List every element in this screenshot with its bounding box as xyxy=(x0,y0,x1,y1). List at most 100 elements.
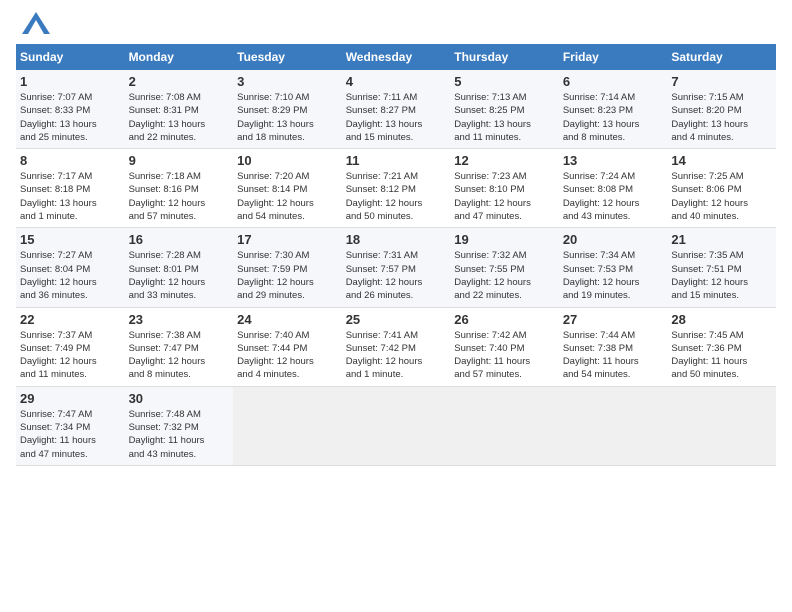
calendar-week-row: 22 Sunrise: 7:37 AM Sunset: 7:49 PM Dayli… xyxy=(16,307,776,386)
calendar-cell: 4 Sunrise: 7:11 AM Sunset: 8:27 PM Daylig… xyxy=(342,70,451,149)
day-info: Sunrise: 7:34 AM Sunset: 7:53 PM Dayligh… xyxy=(563,249,664,302)
day-number: 9 xyxy=(129,153,230,168)
day-number: 25 xyxy=(346,312,447,327)
calendar-cell: 14Sunrise: 7:25 AM Sunset: 8:06 PM Dayli… xyxy=(667,149,776,228)
day-number: 27 xyxy=(563,312,664,327)
calendar-cell: 17 Sunrise: 7:30 AM Sunset: 7:59 PM Dayli… xyxy=(233,228,342,307)
day-info: Sunrise: 7:17 AM Sunset: 8:18 PM Dayligh… xyxy=(20,170,121,223)
calendar-cell: 30 Sunrise: 7:48 AM Sunset: 7:32 PM Dayli… xyxy=(125,386,234,465)
calendar-cell: 10 Sunrise: 7:20 AM Sunset: 8:14 PM Dayli… xyxy=(233,149,342,228)
day-header-saturday: Saturday xyxy=(667,44,776,70)
day-header-monday: Monday xyxy=(125,44,234,70)
day-info: Sunrise: 7:37 AM Sunset: 7:49 PM Dayligh… xyxy=(20,329,121,382)
day-number: 13 xyxy=(563,153,664,168)
day-number: 18 xyxy=(346,232,447,247)
calendar-cell: 5Sunrise: 7:13 AM Sunset: 8:25 PM Daylig… xyxy=(450,70,559,149)
day-info: Sunrise: 7:47 AM Sunset: 7:34 PM Dayligh… xyxy=(20,408,121,461)
calendar-cell: 26Sunrise: 7:42 AM Sunset: 7:40 PM Dayli… xyxy=(450,307,559,386)
day-number: 24 xyxy=(237,312,338,327)
calendar-cell: 20 Sunrise: 7:34 AM Sunset: 7:53 PM Dayli… xyxy=(559,228,668,307)
calendar-cell: 2 Sunrise: 7:08 AM Sunset: 8:31 PM Daylig… xyxy=(125,70,234,149)
day-number: 19 xyxy=(454,232,555,247)
day-info: Sunrise: 7:28 AM Sunset: 8:01 PM Dayligh… xyxy=(129,249,230,302)
day-number: 15 xyxy=(20,232,121,247)
day-number: 23 xyxy=(129,312,230,327)
calendar-cell: 16 Sunrise: 7:28 AM Sunset: 8:01 PM Dayli… xyxy=(125,228,234,307)
day-header-tuesday: Tuesday xyxy=(233,44,342,70)
day-info: Sunrise: 7:48 AM Sunset: 7:32 PM Dayligh… xyxy=(129,408,230,461)
calendar-cell: 8Sunrise: 7:17 AM Sunset: 8:18 PM Daylig… xyxy=(16,149,125,228)
day-number: 28 xyxy=(671,312,772,327)
day-header-friday: Friday xyxy=(559,44,668,70)
calendar-cell: 15Sunrise: 7:27 AM Sunset: 8:04 PM Dayli… xyxy=(16,228,125,307)
day-info: Sunrise: 7:30 AM Sunset: 7:59 PM Dayligh… xyxy=(237,249,338,302)
day-number: 4 xyxy=(346,74,447,89)
calendar-cell: 12 Sunrise: 7:23 AM Sunset: 8:10 PM Dayli… xyxy=(450,149,559,228)
calendar-cell: 3 Sunrise: 7:10 AM Sunset: 8:29 PM Daylig… xyxy=(233,70,342,149)
calendar-cell: 25 Sunrise: 7:41 AM Sunset: 7:42 PM Dayli… xyxy=(342,307,451,386)
calendar-cell: 21Sunrise: 7:35 AM Sunset: 7:51 PM Dayli… xyxy=(667,228,776,307)
day-info: Sunrise: 7:07 AM Sunset: 8:33 PM Dayligh… xyxy=(20,91,121,144)
calendar-cell: 11 Sunrise: 7:21 AM Sunset: 8:12 PM Dayli… xyxy=(342,149,451,228)
calendar-table: SundayMondayTuesdayWednesdayThursdayFrid… xyxy=(16,44,776,466)
day-number: 22 xyxy=(20,312,121,327)
day-info: Sunrise: 7:18 AM Sunset: 8:16 PM Dayligh… xyxy=(129,170,230,223)
day-number: 3 xyxy=(237,74,338,89)
day-info: Sunrise: 7:10 AM Sunset: 8:29 PM Dayligh… xyxy=(237,91,338,144)
day-number: 17 xyxy=(237,232,338,247)
day-info: Sunrise: 7:25 AM Sunset: 8:06 PM Dayligh… xyxy=(671,170,772,223)
calendar-cell: 27 Sunrise: 7:44 AM Sunset: 7:38 PM Dayli… xyxy=(559,307,668,386)
day-info: Sunrise: 7:41 AM Sunset: 7:42 PM Dayligh… xyxy=(346,329,447,382)
day-info: Sunrise: 7:21 AM Sunset: 8:12 PM Dayligh… xyxy=(346,170,447,223)
calendar-header-row: SundayMondayTuesdayWednesdayThursdayFrid… xyxy=(16,44,776,70)
calendar-cell: 9 Sunrise: 7:18 AM Sunset: 8:16 PM Daylig… xyxy=(125,149,234,228)
day-info: Sunrise: 7:15 AM Sunset: 8:20 PM Dayligh… xyxy=(671,91,772,144)
day-header-thursday: Thursday xyxy=(450,44,559,70)
logo xyxy=(16,16,50,34)
day-number: 1 xyxy=(20,74,121,89)
day-number: 20 xyxy=(563,232,664,247)
calendar-cell: 23 Sunrise: 7:38 AM Sunset: 7:47 PM Dayli… xyxy=(125,307,234,386)
calendar-week-row: 8Sunrise: 7:17 AM Sunset: 8:18 PM Daylig… xyxy=(16,149,776,228)
day-number: 26 xyxy=(454,312,555,327)
calendar-cell: 29Sunrise: 7:47 AM Sunset: 7:34 PM Dayli… xyxy=(16,386,125,465)
empty-cell xyxy=(450,386,559,465)
day-number: 6 xyxy=(563,74,664,89)
logo-icon xyxy=(22,12,50,34)
day-info: Sunrise: 7:14 AM Sunset: 8:23 PM Dayligh… xyxy=(563,91,664,144)
calendar-cell: 22 Sunrise: 7:37 AM Sunset: 7:49 PM Dayli… xyxy=(16,307,125,386)
day-info: Sunrise: 7:11 AM Sunset: 8:27 PM Dayligh… xyxy=(346,91,447,144)
calendar-week-row: 1 Sunrise: 7:07 AM Sunset: 8:33 PM Daylig… xyxy=(16,70,776,149)
day-number: 2 xyxy=(129,74,230,89)
day-number: 11 xyxy=(346,153,447,168)
day-number: 16 xyxy=(129,232,230,247)
calendar-cell: 24Sunrise: 7:40 AM Sunset: 7:44 PM Dayli… xyxy=(233,307,342,386)
day-number: 12 xyxy=(454,153,555,168)
calendar-cell: 7 Sunrise: 7:15 AM Sunset: 8:20 PM Daylig… xyxy=(667,70,776,149)
day-info: Sunrise: 7:23 AM Sunset: 8:10 PM Dayligh… xyxy=(454,170,555,223)
calendar-cell: 6 Sunrise: 7:14 AM Sunset: 8:23 PM Daylig… xyxy=(559,70,668,149)
calendar-cell: 19 Sunrise: 7:32 AM Sunset: 7:55 PM Dayli… xyxy=(450,228,559,307)
empty-cell xyxy=(233,386,342,465)
calendar-cell: 28 Sunrise: 7:45 AM Sunset: 7:36 PM Dayli… xyxy=(667,307,776,386)
calendar-week-row: 15Sunrise: 7:27 AM Sunset: 8:04 PM Dayli… xyxy=(16,228,776,307)
day-number: 7 xyxy=(671,74,772,89)
calendar-week-row: 29Sunrise: 7:47 AM Sunset: 7:34 PM Dayli… xyxy=(16,386,776,465)
day-info: Sunrise: 7:08 AM Sunset: 8:31 PM Dayligh… xyxy=(129,91,230,144)
calendar-cell: 18 Sunrise: 7:31 AM Sunset: 7:57 PM Dayli… xyxy=(342,228,451,307)
day-info: Sunrise: 7:20 AM Sunset: 8:14 PM Dayligh… xyxy=(237,170,338,223)
empty-cell xyxy=(559,386,668,465)
empty-cell xyxy=(667,386,776,465)
page-header xyxy=(16,16,776,34)
day-info: Sunrise: 7:45 AM Sunset: 7:36 PM Dayligh… xyxy=(671,329,772,382)
day-number: 5 xyxy=(454,74,555,89)
day-info: Sunrise: 7:31 AM Sunset: 7:57 PM Dayligh… xyxy=(346,249,447,302)
day-number: 30 xyxy=(129,391,230,406)
day-info: Sunrise: 7:44 AM Sunset: 7:38 PM Dayligh… xyxy=(563,329,664,382)
day-info: Sunrise: 7:24 AM Sunset: 8:08 PM Dayligh… xyxy=(563,170,664,223)
day-info: Sunrise: 7:38 AM Sunset: 7:47 PM Dayligh… xyxy=(129,329,230,382)
day-info: Sunrise: 7:35 AM Sunset: 7:51 PM Dayligh… xyxy=(671,249,772,302)
day-number: 10 xyxy=(237,153,338,168)
day-header-sunday: Sunday xyxy=(16,44,125,70)
day-info: Sunrise: 7:32 AM Sunset: 7:55 PM Dayligh… xyxy=(454,249,555,302)
